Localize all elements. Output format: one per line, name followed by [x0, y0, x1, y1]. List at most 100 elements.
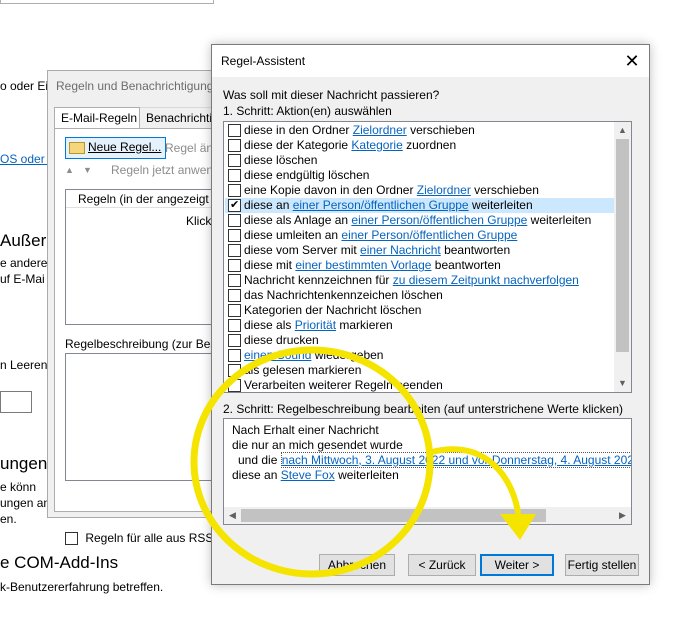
action-link[interactable]: Zielordner — [353, 123, 407, 137]
action-text-suffix: beantworten — [431, 258, 501, 272]
action-text: Verarbeiten weiterer Regeln beenden — [244, 378, 443, 392]
rules-list-header[interactable]: Regeln (in der angezeigt — [66, 190, 235, 208]
action-row[interactable]: diese vom Server mit einer Nachricht bea… — [225, 243, 616, 258]
background-text: k-Benutzererfahrung betreffen. — [0, 580, 164, 594]
close-icon[interactable]: ✕ — [615, 45, 649, 77]
action-row[interactable]: diese löschen — [225, 153, 616, 168]
action-checkbox[interactable] — [228, 259, 241, 272]
date-range-link[interactable]: nach Mittwoch, 3. August 2022 und vor Do… — [280, 452, 631, 468]
cancel-button[interactable]: Abbrechen — [319, 554, 395, 576]
action-text-suffix: markieren — [336, 318, 393, 332]
hscroll-thumb[interactable] — [241, 509, 546, 522]
action-checkbox[interactable] — [228, 304, 241, 317]
rule-description-pane[interactable]: Nach Erhalt einer Nachricht die nur an m… — [223, 418, 632, 525]
action-row[interactable]: diese als Priorität markieren — [225, 318, 616, 333]
background-text: en. — [0, 512, 17, 526]
action-row[interactable]: diese endgültig löschen — [225, 168, 616, 183]
action-checkbox[interactable] — [228, 124, 241, 137]
scroll-right-icon[interactable]: ▶ — [614, 507, 631, 524]
rule-wizard-dialog: Regel-Assistent ✕ Was soll mit dieser Na… — [211, 44, 650, 585]
desc-line-2: die nur an mich gesendet wurde — [232, 438, 403, 452]
action-text: diese in den Ordner Zielordner verschieb… — [244, 123, 475, 138]
action-checkbox[interactable] — [228, 274, 241, 287]
action-row[interactable]: diese an einer Person/öffentlichen Grupp… — [225, 198, 616, 213]
action-row[interactable]: Nachricht kennzeichnen für zu diesem Zei… — [225, 273, 616, 288]
action-checkbox[interactable] — [228, 319, 241, 332]
action-checkbox[interactable] — [228, 184, 241, 197]
action-link[interactable]: Priorität — [295, 318, 336, 332]
action-row[interactable]: diese der Kategorie Kategorie zuordnen — [225, 138, 616, 153]
recipient-link[interactable]: Steve Fox — [281, 468, 335, 482]
apply-rules-now-button[interactable]: Regeln jetzt anwen — [111, 163, 213, 177]
action-row[interactable]: diese als Anlage an einer Person/öffentl… — [225, 213, 616, 228]
action-checkbox[interactable] — [228, 349, 241, 362]
action-text: als gelesen markieren — [244, 363, 361, 378]
action-link[interactable]: einer Person/öffentlichen Gruppe — [341, 228, 517, 242]
action-link[interactable]: einer bestimmten Vorlage — [295, 258, 431, 272]
action-text-suffix: beantworten — [440, 243, 511, 257]
action-text-prefix: als gelesen markieren — [244, 363, 362, 377]
action-checkbox[interactable] — [228, 198, 241, 212]
envelope-icon — [69, 142, 85, 154]
background-heading: ungen — [0, 454, 48, 473]
new-rule-button[interactable]: Neue Regel... — [65, 137, 167, 159]
back-button[interactable]: < Zurück — [408, 554, 476, 576]
action-row[interactable]: diese in den Ordner Zielordner verschieb… — [225, 123, 616, 138]
action-row[interactable]: das Nachrichtenkennzeichen löschen — [225, 288, 616, 303]
action-row[interactable]: als gelesen markieren — [225, 363, 616, 378]
action-checkbox[interactable] — [228, 214, 241, 227]
actions-scrollbar[interactable]: ▲ ▼ — [614, 122, 631, 392]
action-checkbox[interactable] — [228, 154, 241, 167]
rules-list[interactable]: Regeln (in der angezeigt Klicke — [65, 189, 235, 325]
move-down-icon[interactable]: ▼ — [83, 165, 92, 175]
tab-email-rules[interactable]: E-Mail-Regeln — [54, 107, 140, 129]
scroll-thumb[interactable] — [616, 139, 629, 352]
action-row[interactable]: einen Sound wiedergeben — [225, 348, 616, 363]
action-text-prefix: diese als — [244, 318, 295, 332]
action-text: diese der Kategorie Kategorie zuordnen — [244, 138, 456, 153]
action-text-prefix: diese als Anlage an — [244, 213, 352, 227]
background-text: ungen an — [0, 496, 51, 510]
action-link[interactable]: zu diesem Zeitpunkt nachverfolgen — [393, 273, 579, 287]
action-link[interactable]: einer Person/öffentlichen Gruppe — [293, 198, 469, 212]
action-text-suffix: zuordnen — [402, 138, 457, 152]
all-rss-checkbox[interactable] — [65, 532, 78, 546]
scroll-left-icon[interactable]: ◀ — [224, 507, 241, 524]
action-link[interactable]: einer Nachricht — [360, 243, 441, 257]
action-row[interactable]: eine Kopie davon in den Ordner Zielordne… — [225, 183, 616, 198]
background-input[interactable] — [0, 391, 32, 413]
action-link[interactable]: einen Sound — [244, 348, 311, 362]
background-text: n Leeren — [0, 358, 48, 372]
action-checkbox[interactable] — [228, 364, 241, 377]
action-checkbox[interactable] — [228, 244, 241, 257]
action-checkbox[interactable] — [228, 289, 241, 302]
step1-label: 1. Schritt: Aktion(en) auswählen — [223, 104, 392, 118]
finish-button[interactable]: Fertig stellen — [565, 554, 639, 576]
action-row[interactable]: Kategorien der Nachricht löschen — [225, 303, 616, 318]
actions-list[interactable]: diese in den Ordner Zielordner verschieb… — [223, 121, 632, 393]
description-hscrollbar[interactable]: ◀ ▶ — [224, 507, 631, 524]
all-rss-option[interactable]: Regeln für alle aus RSS-Fe — [65, 531, 232, 546]
action-row[interactable]: diese umleiten an einer Person/öffentlic… — [225, 228, 616, 243]
action-checkbox[interactable] — [228, 334, 241, 347]
scroll-down-icon[interactable]: ▼ — [614, 375, 631, 392]
action-link[interactable]: Kategorie — [351, 138, 402, 152]
action-link[interactable]: einer Person/öffentlichen Gruppe — [351, 213, 527, 227]
action-link[interactable]: Zielordner — [417, 183, 471, 197]
action-row[interactable]: diese mit einer bestimmten Vorlage beant… — [225, 258, 616, 273]
action-text: diese vom Server mit einer Nachricht bea… — [244, 243, 510, 258]
action-checkbox[interactable] — [228, 139, 241, 152]
all-rss-label: Regeln für alle aus RSS-Fe — [85, 531, 232, 545]
action-row[interactable]: Verarbeiten weiterer Regeln beenden — [225, 378, 616, 392]
action-checkbox[interactable] — [228, 229, 241, 242]
scroll-up-icon[interactable]: ▲ — [614, 122, 631, 139]
action-checkbox[interactable] — [228, 169, 241, 182]
background-top-box — [0, 0, 214, 4]
move-up-icon[interactable]: ▲ — [65, 165, 74, 175]
action-checkbox[interactable] — [228, 379, 241, 392]
action-text: Nachricht kennzeichnen für zu diesem Zei… — [244, 273, 579, 288]
action-text: einen Sound wiedergeben — [244, 348, 383, 363]
rule-description-label: Regelbeschreibung (zur Bearb — [65, 337, 228, 351]
next-button[interactable]: Weiter > — [480, 554, 554, 576]
action-row[interactable]: diese drucken — [225, 333, 616, 348]
